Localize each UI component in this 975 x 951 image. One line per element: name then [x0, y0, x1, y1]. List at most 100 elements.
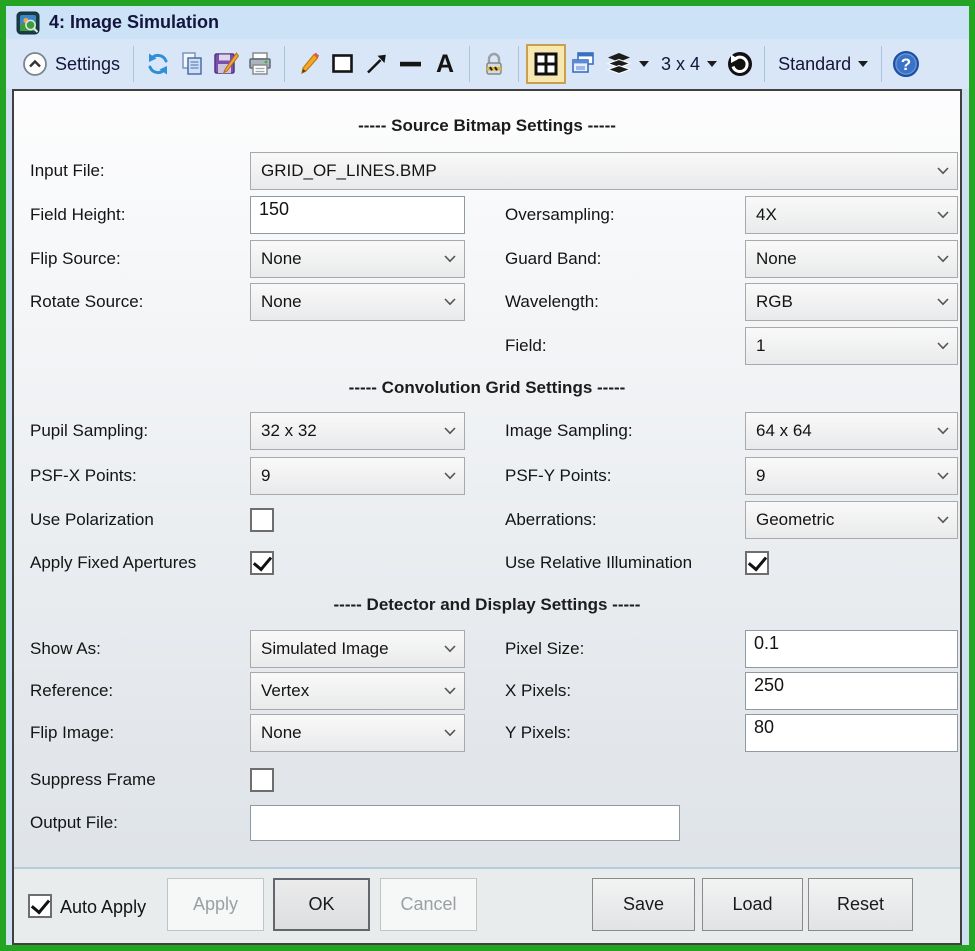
chevron-down-icon	[937, 342, 949, 350]
svg-text:?: ?	[901, 55, 911, 74]
chevron-down-icon	[639, 61, 650, 67]
pixel-size-input[interactable]	[745, 630, 958, 668]
rectangle-annotate-button[interactable]	[326, 45, 360, 83]
chevron-down-icon	[937, 298, 949, 306]
wavelength-select[interactable]: RGB	[745, 283, 958, 321]
psf-x-points-label: PSF-X Points:	[30, 466, 137, 485]
section-source-bitmap-settings: ----- Source Bitmap Settings -----	[358, 116, 616, 135]
cascade-windows-icon	[572, 52, 594, 73]
lock-icon	[486, 52, 502, 75]
window-title: 4: Image Simulation	[49, 12, 220, 32]
use-polarization-checkbox[interactable]	[250, 508, 274, 532]
oversampling-select[interactable]: 4X	[745, 196, 958, 234]
output-file-input[interactable]	[250, 805, 680, 841]
load-button[interactable]: Load	[702, 878, 803, 931]
save-icon	[214, 52, 240, 74]
x-pixels-label: X Pixels:	[505, 681, 572, 700]
auto-apply-checkbox[interactable]	[28, 894, 52, 918]
chevron-down-icon	[444, 255, 456, 263]
profile-label: Standard	[778, 53, 852, 74]
chevron-down-icon	[444, 687, 456, 695]
reference-select[interactable]: Vertex	[250, 672, 465, 710]
rotate-source-select[interactable]: None	[250, 283, 465, 321]
cancel-button[interactable]: Cancel	[380, 878, 477, 931]
help-button[interactable]: ?	[889, 45, 923, 83]
grid-size-dropdown[interactable]: 3 x 4	[655, 44, 723, 84]
section-detector-display-settings: ----- Detector and Display Settings ----…	[333, 595, 641, 614]
apply-button[interactable]: Apply	[167, 878, 264, 931]
reference-label: Reference:	[30, 681, 114, 700]
ok-button[interactable]: OK	[273, 878, 370, 931]
settings-label: Settings	[55, 53, 121, 74]
tile-view-button[interactable]	[526, 44, 567, 84]
chevron-down-icon	[937, 516, 949, 524]
rectangle-icon	[332, 54, 353, 73]
chevron-down-icon	[444, 427, 456, 435]
reset-button[interactable]: Reset	[808, 878, 913, 931]
layers-dropdown-button[interactable]	[600, 44, 655, 84]
print-button[interactable]	[243, 45, 277, 83]
text-icon: A	[436, 49, 455, 78]
aberrations-select[interactable]: Geometric	[745, 501, 958, 539]
y-pixels-input[interactable]	[745, 714, 958, 752]
psf-x-points-select[interactable]: 9	[250, 457, 465, 495]
field-select[interactable]: 1	[745, 327, 958, 365]
field-height-input[interactable]	[250, 196, 465, 234]
pixel-size-label: Pixel Size:	[505, 639, 585, 658]
settings-panel: ----- Source Bitmap Settings ----- Input…	[12, 89, 962, 945]
use-relative-illumination-checkbox[interactable]	[745, 551, 769, 575]
toolbar-divider	[518, 46, 520, 82]
copy-button[interactable]	[175, 45, 209, 83]
rotate-source-label: Rotate Source:	[30, 292, 144, 311]
history-button[interactable]	[723, 45, 757, 83]
chevron-down-icon	[444, 298, 456, 306]
guard-band-label: Guard Band:	[505, 249, 602, 268]
pupil-sampling-label: Pupil Sampling:	[30, 421, 149, 440]
input-file-select[interactable]: GRID_OF_LINES.BMP	[250, 152, 958, 190]
chevron-up-circle-icon	[22, 51, 48, 77]
profile-dropdown[interactable]: Standard	[772, 44, 874, 84]
arrow-annotate-button[interactable]	[360, 45, 394, 83]
suppress-frame-checkbox[interactable]	[250, 768, 274, 792]
save-button[interactable]	[209, 45, 243, 83]
apply-fixed-apertures-label: Apply Fixed Apertures	[30, 553, 197, 572]
pencil-icon	[301, 52, 320, 75]
chevron-down-icon	[937, 427, 949, 435]
copy-icon	[182, 52, 202, 75]
save-button-footer[interactable]: Save	[592, 878, 695, 931]
lock-button[interactable]	[477, 45, 511, 83]
chevron-down-icon	[707, 61, 718, 67]
suppress-frame-label: Suppress Frame	[30, 770, 156, 789]
image-sampling-select[interactable]: 64 x 64	[745, 412, 958, 450]
toolbar: Settings A 3 x 4 Standard ?	[6, 39, 969, 89]
toolbar-divider	[764, 46, 766, 82]
output-file-label: Output File:	[30, 813, 118, 832]
x-pixels-input[interactable]	[745, 672, 958, 710]
psf-y-points-select[interactable]: 9	[745, 457, 958, 495]
chevron-down-icon	[444, 645, 456, 653]
chevron-down-icon	[937, 167, 949, 175]
window-icon	[16, 11, 40, 35]
auto-apply-label: Auto Apply	[60, 897, 147, 917]
footer-bar: Auto Apply Apply OK Cancel Save Load Res…	[14, 867, 960, 943]
apply-fixed-apertures-checkbox[interactable]	[250, 551, 274, 575]
refresh-button[interactable]	[141, 45, 175, 83]
tile-view-icon	[534, 52, 558, 76]
flip-source-select[interactable]: None	[250, 240, 465, 278]
chevron-down-icon	[937, 472, 949, 480]
chevron-down-icon	[937, 211, 949, 219]
input-file-label: Input File:	[30, 161, 105, 180]
chevron-down-icon	[937, 255, 949, 263]
cascade-view-button[interactable]	[566, 45, 600, 83]
line-annotate-button[interactable]	[394, 45, 428, 83]
guard-band-select[interactable]: None	[745, 240, 958, 278]
grid-size-label: 3 x 4	[661, 53, 701, 74]
title-bar: 4: Image Simulation	[6, 6, 969, 39]
flip-image-select[interactable]: None	[250, 714, 465, 752]
pupil-sampling-select[interactable]: 32 x 32	[250, 412, 465, 450]
refresh-icon	[148, 53, 168, 75]
pencil-annotate-button[interactable]	[292, 45, 326, 83]
text-annotate-button[interactable]: A	[428, 45, 462, 83]
show-as-select[interactable]: Simulated Image	[250, 630, 465, 668]
settings-toggle-button[interactable]: Settings	[16, 44, 126, 84]
